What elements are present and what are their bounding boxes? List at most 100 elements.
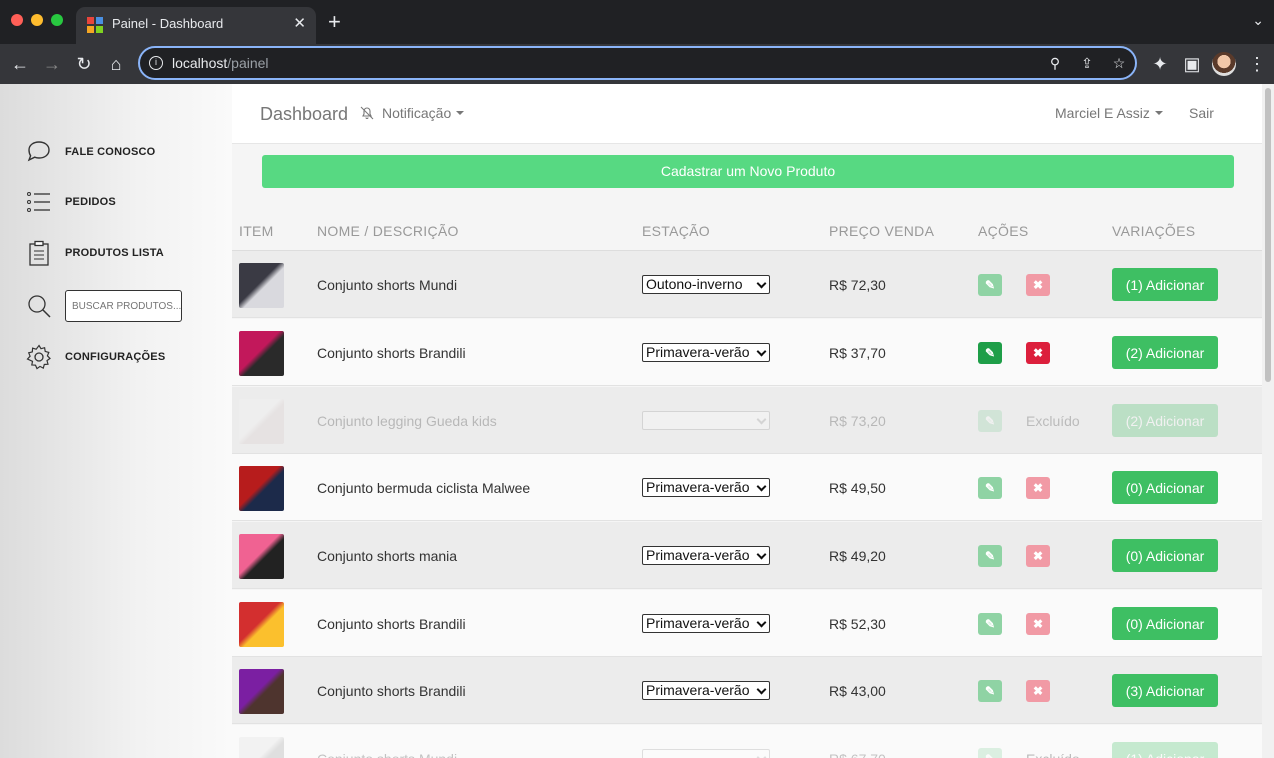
sidebar: FALE CONOSCO PEDIDOS PRODUTOS LISTA BUSC… (0, 84, 232, 758)
user-dropdown[interactable]: Marciel E Assiz (1055, 105, 1163, 121)
product-thumbnail[interactable] (239, 669, 284, 714)
minimize-window-button[interactable] (31, 14, 43, 26)
product-thumbnail[interactable] (239, 602, 284, 647)
edit-button[interactable]: ✎ (978, 679, 1002, 702)
page-scrollbar[interactable] (1262, 84, 1274, 758)
share-icon[interactable]: ⇪ (1078, 54, 1096, 72)
variations-cell: (2) Adicionar (1112, 387, 1218, 454)
tab-title: Painel - Dashboard (112, 16, 224, 31)
delete-button[interactable]: ✖ (1026, 679, 1050, 702)
forward-arrow-icon[interactable]: → (40, 52, 64, 76)
scrollbar-thumb[interactable] (1265, 88, 1271, 382)
actions-cell: ✎ (978, 387, 1002, 454)
sidebar-item-configuracoes[interactable]: CONFIGURAÇÕES (26, 342, 165, 372)
delete-button[interactable]: ✖ (1026, 273, 1050, 296)
reload-icon[interactable]: ↻ (72, 52, 96, 76)
add-variation-button[interactable]: (0) Adicionar (1112, 539, 1218, 572)
chevron-down-icon (756, 481, 767, 492)
sidebar-item-produtos-lista[interactable]: PRODUTOS LISTA (26, 238, 164, 268)
season-select[interactable] (642, 749, 770, 758)
edit-button[interactable]: ✎ (978, 273, 1002, 296)
edit-icon: ✎ (985, 752, 995, 758)
notification-dropdown[interactable]: Notificação (360, 105, 465, 121)
address-bar[interactable]: i localhost/painel ⚲ ⇪ ☆ (138, 46, 1137, 80)
product-price: R$ 49,20 (829, 547, 886, 564)
season-select[interactable]: Primavera-verão (642, 614, 770, 633)
edit-icon: ✎ (984, 480, 996, 495)
add-variation-button[interactable]: (2) Adicionar (1112, 404, 1218, 437)
table-row: Conjunto shorts Brandili Primavera-verão… (232, 590, 1262, 657)
add-variation-button[interactable]: (3) Adicionar (1112, 674, 1218, 707)
delete-button[interactable]: ✖ (1026, 612, 1050, 635)
edit-button[interactable]: ✎ (978, 341, 1002, 364)
product-thumbnail[interactable] (239, 737, 284, 758)
season-select[interactable]: Primavera-verão (642, 478, 770, 497)
list-icon (27, 192, 50, 212)
add-variation-button[interactable]: (1) Adicionar (1112, 268, 1218, 301)
season-select[interactable]: Primavera-verão (642, 546, 770, 565)
close-window-button[interactable] (11, 14, 23, 26)
season-select[interactable]: Primavera-verão (642, 681, 770, 700)
add-variation-button[interactable]: (0) Adicionar (1112, 607, 1218, 640)
logout-link[interactable]: Sair (1189, 105, 1214, 121)
sidebar-item-pedidos[interactable]: PEDIDOS (26, 187, 116, 217)
zoom-icon[interactable]: ⚲ (1046, 54, 1064, 72)
season-select[interactable]: Primavera-verão (642, 343, 770, 362)
variations-cell: (3) Adicionar (1112, 657, 1218, 724)
product-name: Conjunto shorts Brandili (317, 615, 466, 632)
edit-button[interactable]: ✎ (978, 544, 1002, 567)
browser-menu-icon[interactable]: ⋮ (1245, 52, 1269, 76)
product-thumbnail[interactable] (239, 534, 284, 579)
site-info-icon[interactable]: i (149, 56, 163, 70)
side-panel-icon[interactable]: ▣ (1180, 52, 1204, 76)
add-variation-button[interactable]: (2) Adicionar (1112, 336, 1218, 369)
browser-tab-bar: Painel - Dashboard ✕ + ⌄ (0, 0, 1274, 44)
product-thumbnail[interactable] (239, 466, 284, 511)
edit-button[interactable]: ✎ (978, 747, 1002, 758)
variations-cell: (0) Adicionar (1112, 522, 1218, 589)
add-variation-button[interactable]: (1) Adicionar (1112, 742, 1218, 758)
season-cell: Primavera-verão (642, 454, 770, 521)
browser-tab[interactable]: Painel - Dashboard ✕ (76, 7, 316, 44)
tab-search-chevron-icon[interactable]: ⌄ (1252, 12, 1264, 29)
product-thumbnail[interactable] (239, 263, 284, 308)
extensions-puzzle-icon[interactable]: ✦ (1148, 52, 1172, 76)
app-favicon-icon (87, 17, 103, 33)
product-price: R$ 43,00 (829, 682, 886, 699)
season-cell (642, 725, 770, 758)
back-arrow-icon[interactable]: ← (8, 52, 32, 76)
home-icon[interactable]: ⌂ (104, 52, 128, 76)
edit-button[interactable]: ✎ (978, 409, 1002, 432)
product-thumbnail[interactable] (239, 331, 284, 376)
delete-button[interactable]: ✖ (1026, 544, 1050, 567)
actions-cell: ✎ (978, 522, 1002, 589)
profile-avatar[interactable] (1212, 52, 1236, 76)
sidebar-item-fale-conosco[interactable]: FALE CONOSCO (26, 137, 155, 167)
add-variation-button[interactable]: (0) Adicionar (1112, 471, 1218, 504)
product-name: Conjunto bermuda ciclista Malwee (317, 479, 531, 496)
table-row: Conjunto shorts mania Primavera-verão R$… (232, 522, 1262, 589)
actions-cell-secondary: ✖ (1026, 251, 1050, 318)
bookmark-star-icon[interactable]: ☆ (1110, 54, 1128, 72)
product-thumbnail[interactable] (239, 399, 284, 444)
tab-close-icon[interactable]: ✕ (293, 14, 306, 32)
chevron-down-icon (756, 752, 767, 758)
new-tab-button[interactable]: + (328, 10, 341, 34)
maximize-window-button[interactable] (51, 14, 63, 26)
page-title[interactable]: Dashboard (260, 104, 348, 125)
delete-button[interactable]: ✖ (1026, 476, 1050, 499)
edit-button[interactable]: ✎ (978, 476, 1002, 499)
season-cell: Primavera-verão (642, 590, 770, 657)
actions-cell-secondary: Excluído (1026, 387, 1080, 454)
product-name: Conjunto legging Gueda kids (317, 412, 497, 429)
delete-button[interactable]: ✖ (1026, 341, 1050, 364)
season-cell: Primavera-verão (642, 319, 770, 386)
chevron-down-icon (756, 549, 767, 560)
season-select[interactable]: Outono-inverno (642, 275, 770, 294)
new-product-button[interactable]: Cadastrar um Novo Produto (262, 155, 1234, 188)
edit-button[interactable]: ✎ (978, 612, 1002, 635)
season-select[interactable] (642, 411, 770, 430)
search-products-input[interactable] (65, 290, 182, 322)
product-name: Conjunto shorts Mundi (317, 725, 457, 758)
edit-icon: ✎ (984, 345, 996, 360)
